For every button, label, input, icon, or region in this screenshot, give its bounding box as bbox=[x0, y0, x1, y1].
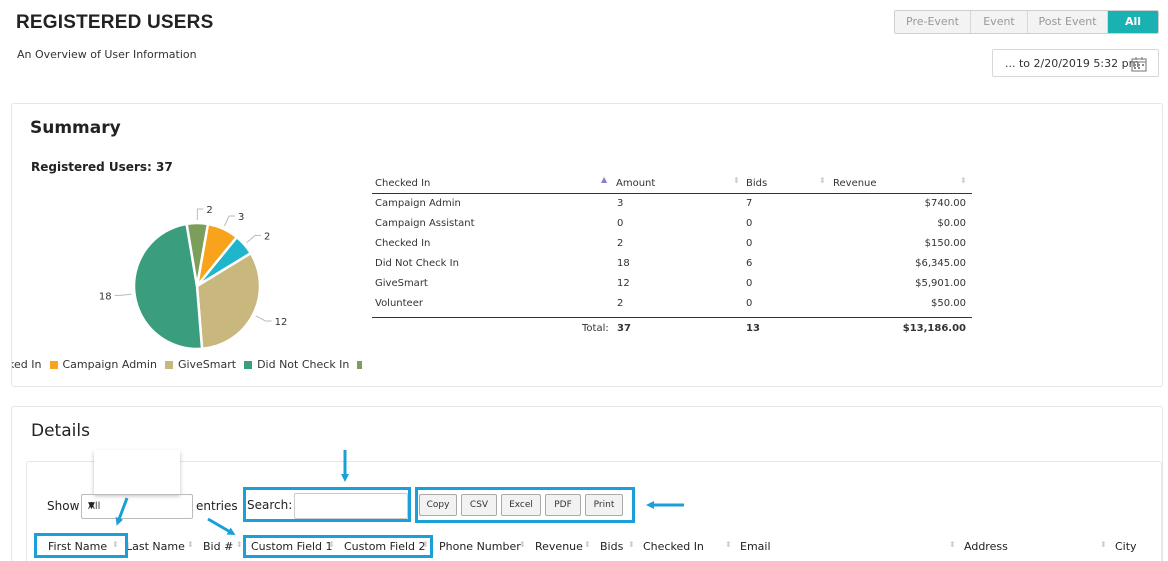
arrow-to-first-name bbox=[115, 497, 129, 526]
arrow-to-custom-fields bbox=[207, 517, 236, 536]
annotation-arrows bbox=[115, 450, 684, 536]
